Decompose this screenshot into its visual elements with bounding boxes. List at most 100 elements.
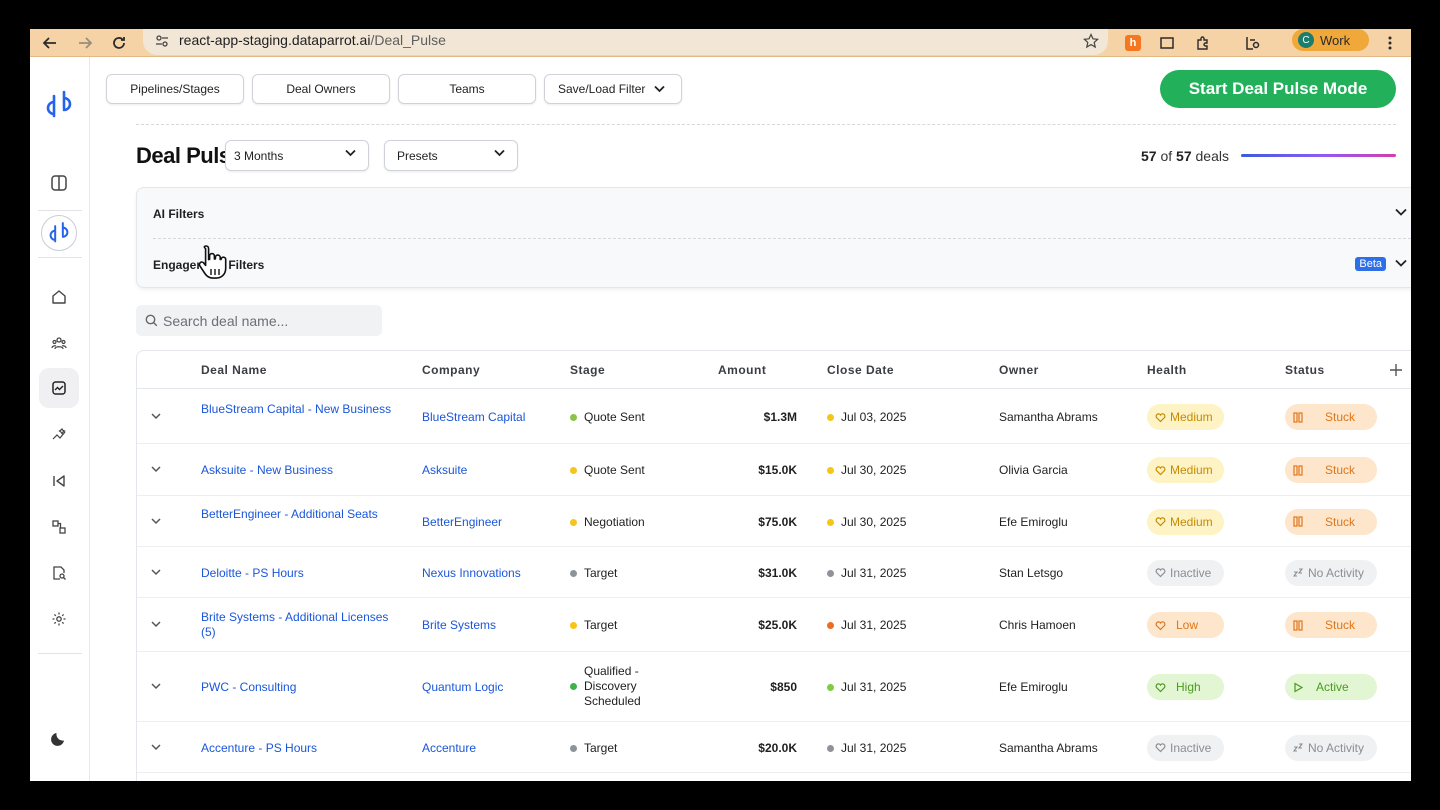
column-header-close-date[interactable]: Close Date	[827, 363, 894, 377]
health-badge: High	[1147, 674, 1224, 700]
table-row[interactable]: BlueStream Capital - New Business BlueSt…	[137, 390, 1411, 444]
deal-name-link[interactable]: BetterEngineer - Additional Seats	[201, 507, 401, 522]
column-header-amount[interactable]: Amount	[718, 363, 766, 377]
expand-row-chevron-icon[interactable]	[151, 517, 161, 525]
period-select[interactable]: 3 Months	[225, 140, 369, 171]
chevron-down-icon[interactable]	[1395, 259, 1407, 267]
workflow-icon[interactable]	[39, 507, 79, 547]
search-deal-input[interactable]	[163, 305, 373, 336]
pipelines-stages-button[interactable]: Pipelines/Stages	[106, 74, 244, 104]
chevron-down-icon[interactable]	[1395, 208, 1407, 216]
deal-name-link[interactable]: Deloitte - PS Hours	[201, 566, 401, 581]
sidebar	[30, 57, 90, 781]
dataparrot-logo-icon[interactable]	[39, 85, 79, 125]
column-header-stage[interactable]: Stage	[570, 363, 605, 377]
add-column-plus-icon[interactable]	[1390, 364, 1402, 376]
column-header-deal-name[interactable]: Deal Name	[201, 363, 267, 377]
url-text[interactable]: react-app-staging.dataparrot.ai/Deal_Pul…	[179, 32, 446, 48]
company-link[interactable]: Nexus Innovations	[422, 566, 521, 580]
company-link[interactable]: Accenture	[422, 741, 476, 755]
table-row[interactable]: Deloitte - PS Hours Nexus Innovations Ta…	[137, 547, 1411, 598]
screenshot-extension-icon[interactable]	[1157, 33, 1177, 53]
stage-label: Quote Sent	[584, 410, 645, 424]
column-header-company[interactable]: Company	[422, 363, 480, 377]
deal-name-link[interactable]: Accenture - PS Hours	[201, 741, 401, 756]
workspace-avatar-icon[interactable]	[39, 213, 79, 253]
back-icon[interactable]	[40, 33, 60, 53]
team-icon[interactable]	[39, 323, 79, 363]
dark-mode-moon-icon[interactable]	[39, 718, 79, 758]
sidebar-toggle-icon[interactable]	[39, 163, 79, 203]
deal-name-link[interactable]: PWC - Consulting	[201, 680, 401, 695]
presets-select[interactable]: Presets	[384, 140, 518, 171]
health-heart-icon	[1155, 743, 1166, 753]
deal-pulse-icon[interactable]	[39, 368, 79, 408]
site-settings-icon[interactable]	[155, 34, 169, 48]
expand-row-chevron-icon[interactable]	[151, 413, 161, 420]
expand-row-chevron-icon[interactable]	[151, 743, 161, 751]
expand-row-chevron-icon[interactable]	[151, 466, 161, 473]
stuck-pause-icon	[1293, 516, 1303, 527]
health-badge: Medium	[1147, 404, 1224, 430]
playback-icon[interactable]	[39, 461, 79, 501]
column-header-owner[interactable]: Owner	[999, 363, 1039, 377]
extension-hubspot-icon[interactable]: h	[1123, 33, 1143, 53]
column-header-status[interactable]: Status	[1285, 363, 1325, 377]
table-row[interactable]: Accenture - PS Hours Accenture Target $2…	[137, 722, 1411, 773]
profile-button[interactable]: C Work	[1292, 29, 1369, 51]
bookmark-star-icon[interactable]	[1083, 33, 1099, 49]
company-link[interactable]: BetterEngineer	[422, 515, 502, 529]
search-icon	[145, 314, 158, 327]
stage-label: Quote Sent	[584, 463, 645, 477]
document-search-icon[interactable]	[39, 553, 79, 593]
company-link[interactable]: Asksuite	[422, 463, 467, 477]
start-deal-pulse-mode-button[interactable]: Start Deal Pulse Mode	[1160, 70, 1396, 108]
table-row[interactable]: Asksuite - New Business Asksuite Quote S…	[137, 444, 1411, 496]
close-date-dot	[827, 622, 834, 629]
close-date-value: Jul 31, 2025	[841, 618, 907, 632]
company-link[interactable]: Brite Systems	[422, 618, 496, 632]
home-icon[interactable]	[39, 277, 79, 317]
deals-table: Deal Name Company Stage Amount Close Dat…	[136, 350, 1411, 781]
table-row[interactable]: BetterEngineer - Additional Seats Better…	[137, 496, 1411, 547]
health-heart-icon	[1155, 517, 1166, 527]
deal-count-shown: 57	[1141, 148, 1157, 164]
browser-menu-icon[interactable]	[1380, 33, 1400, 53]
sparkle-insights-icon[interactable]	[39, 415, 79, 455]
deal-name-link[interactable]: Brite Systems - Additional Licenses (5)	[201, 610, 401, 640]
close-date-dot	[827, 518, 834, 526]
settings-gear-icon[interactable]	[39, 599, 79, 639]
column-header-health[interactable]: Health	[1147, 363, 1187, 377]
close-date-dot	[827, 414, 834, 421]
deal-name-link[interactable]: BlueStream Capital - New Business	[201, 402, 401, 417]
forward-icon[interactable]	[75, 33, 95, 53]
deal-owners-button[interactable]: Deal Owners	[252, 74, 390, 104]
expand-row-chevron-icon[interactable]	[151, 621, 161, 628]
address-bar[interactable]: react-app-staging.dataparrot.ai/Deal_Pul…	[143, 29, 1108, 55]
reload-icon[interactable]	[109, 33, 129, 53]
company-link[interactable]: Quantum Logic	[422, 680, 503, 694]
deal-count-of: of	[1160, 148, 1173, 164]
company-link[interactable]: BlueStream Capital	[422, 410, 525, 424]
expand-row-chevron-icon[interactable]	[151, 683, 161, 690]
deal-count: 57 of 57 deals	[1141, 148, 1229, 164]
extensions-puzzle-icon[interactable]	[1193, 33, 1213, 53]
table-row[interactable]: Brite Systems - Additional Licenses (5) …	[137, 598, 1411, 652]
expand-row-chevron-icon[interactable]	[151, 568, 161, 576]
ai-filters-header[interactable]: AI Filters	[153, 207, 204, 221]
close-date-value: Jul 30, 2025	[841, 514, 907, 529]
owner-name: Olivia Garcia	[999, 463, 1068, 477]
table-row[interactable]: PWC - Consulting Quantum Logic Qualified…	[137, 652, 1411, 722]
chevron-down-icon	[345, 149, 356, 157]
save-load-filter-button[interactable]: Save/Load Filter	[544, 74, 682, 104]
status-label: Stuck	[1325, 514, 1356, 529]
status-badge: No Activity	[1285, 559, 1377, 586]
reading-list-icon[interactable]	[1243, 33, 1263, 53]
deal-count-suffix: deals	[1195, 148, 1229, 164]
teams-button[interactable]: Teams	[398, 74, 536, 104]
help-icon[interactable]	[39, 772, 79, 781]
deal-name-link[interactable]: Asksuite - New Business	[201, 463, 401, 478]
profile-name: Work	[1320, 32, 1351, 48]
status-label: No Activity	[1308, 565, 1365, 580]
amount-value: $15.0K	[758, 463, 797, 477]
